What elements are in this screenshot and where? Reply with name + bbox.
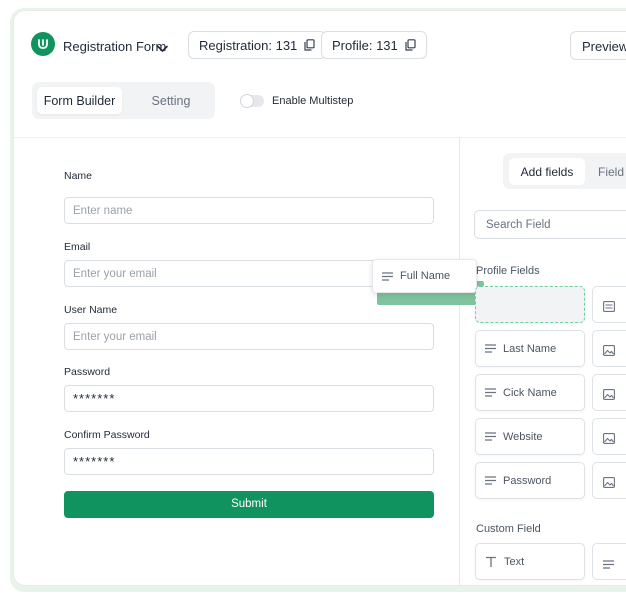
- app-logo-icon: [31, 32, 55, 56]
- submit-button[interactable]: Submit: [64, 491, 434, 518]
- text-lines-icon: [485, 388, 496, 397]
- field-chip-website[interactable]: Website: [475, 418, 585, 455]
- chevron-down-icon[interactable]: [157, 40, 168, 58]
- copy-icon: [304, 39, 315, 51]
- copy-icon: [405, 39, 416, 51]
- name-label: Name: [64, 170, 93, 182]
- password-label: Password: [64, 366, 111, 378]
- text-lines-icon: [485, 344, 496, 353]
- dragging-field-card[interactable]: Full Name: [372, 259, 477, 293]
- field-chip-label: Last Name: [503, 342, 557, 355]
- profile-count-button[interactable]: Profile: 131: [321, 31, 427, 59]
- tab-field-options[interactable]: Field o: [598, 158, 626, 185]
- email-input[interactable]: Enter your email: [64, 260, 417, 287]
- field-chip-partial[interactable]: [592, 543, 626, 580]
- image-icon: [603, 387, 615, 404]
- tab-form-builder[interactable]: Form Builder: [37, 87, 122, 114]
- panel-tabs: Add fields Field o: [503, 153, 626, 189]
- profile-count-label: Profile: 131: [332, 37, 398, 53]
- confirm-password-label: Confirm Password: [64, 429, 150, 441]
- header-divider: [14, 137, 626, 138]
- form-title[interactable]: Registration Form: [63, 39, 166, 54]
- preview-button[interactable]: Preview: [570, 31, 626, 60]
- multistep-toggle[interactable]: [240, 94, 264, 108]
- panel-divider: [459, 137, 460, 585]
- dragging-field-label: Full Name: [400, 270, 451, 282]
- tab-setting[interactable]: Setting: [146, 87, 196, 114]
- text-lines-icon: [485, 432, 496, 441]
- profile-fields-heading: Profile Fields: [476, 265, 540, 277]
- username-input[interactable]: Enter your email: [64, 323, 434, 350]
- image-icon: [603, 475, 615, 492]
- text-lines-icon: [382, 271, 393, 281]
- confirm-password-input[interactable]: *******: [64, 448, 434, 475]
- text-lines-icon: [603, 556, 614, 573]
- field-chip-partial[interactable]: [592, 462, 626, 499]
- image-icon: [603, 343, 615, 360]
- builder-tabs: Form Builder Setting: [32, 82, 215, 119]
- field-chip-partial[interactable]: [592, 374, 626, 411]
- toggle-knob: [240, 94, 254, 108]
- username-label: User Name: [64, 304, 118, 316]
- multistep-label: Enable Multistep: [272, 95, 354, 107]
- registration-count-button[interactable]: Registration: 131: [188, 31, 327, 59]
- field-chip-label: Website: [503, 430, 543, 443]
- search-field-input[interactable]: Search Field: [474, 210, 626, 239]
- field-chip-partial[interactable]: [592, 330, 626, 367]
- field-chip-partial[interactable]: [592, 418, 626, 455]
- password-input[interactable]: *******: [64, 385, 434, 412]
- field-chip-label: Text: [504, 555, 525, 568]
- field-chip-nick-name[interactable]: Cick Name: [475, 374, 585, 411]
- field-chip-text[interactable]: Text: [475, 543, 585, 580]
- address-card-icon: [603, 299, 615, 316]
- field-chip-partial[interactable]: [592, 286, 626, 323]
- image-icon: [603, 431, 615, 448]
- email-label: Email: [64, 241, 91, 253]
- text-lines-icon: [485, 476, 496, 485]
- field-chip-last-name[interactable]: Last Name: [475, 330, 585, 367]
- name-input[interactable]: Enter name: [64, 197, 434, 224]
- field-chip-label: Password: [503, 474, 552, 487]
- field-chip-label: Cick Name: [503, 386, 557, 399]
- app-window: Registration Form Registration: 131 Prof…: [13, 10, 626, 586]
- text-type-icon: [485, 556, 497, 568]
- drop-zone: [475, 286, 585, 323]
- registration-count-label: Registration: 131: [199, 37, 298, 53]
- tab-add-fields[interactable]: Add fields: [509, 158, 585, 185]
- custom-field-heading: Custom Field: [476, 523, 541, 535]
- field-chip-password[interactable]: Password: [475, 462, 585, 499]
